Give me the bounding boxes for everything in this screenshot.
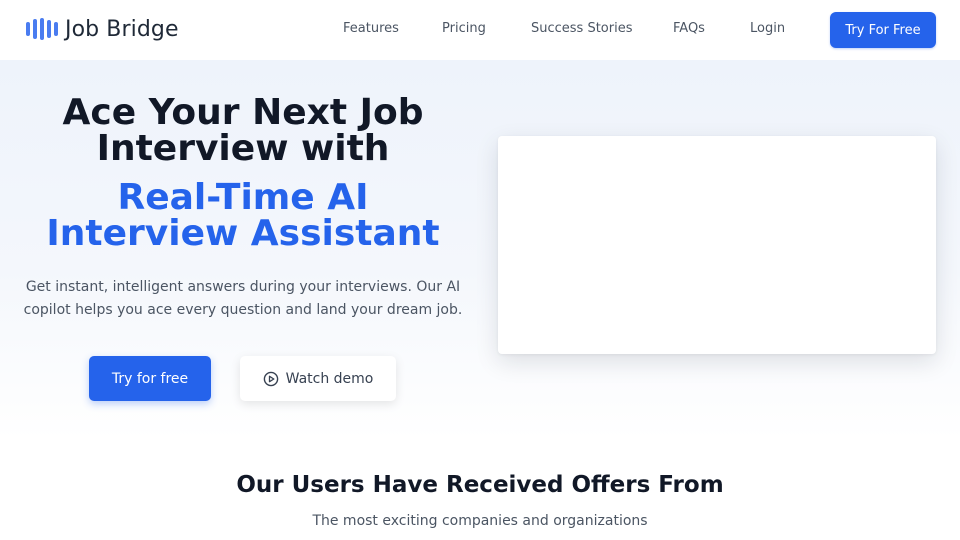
hero-title-line: Ace Your Next Job (62, 92, 424, 133)
nav-link-login[interactable]: Login (750, 21, 785, 36)
hero-subtitle-line: copilot helps you ace every question and… (23, 302, 463, 318)
nav-link-faqs[interactable]: FAQs (673, 21, 705, 36)
main-nav: Features Pricing Success Stories FAQs Lo… (0, 0, 960, 60)
hero-title-line: Interview with (96, 128, 390, 169)
offers-section-title: Our Users Have Received Offers From (236, 472, 724, 498)
hero-accent-title: Real-Time AI Interview Assistant (0, 180, 486, 252)
hero-subtitle: Get instant, intelligent answers during … (20, 276, 466, 322)
watch-demo-label: Watch demo (285, 370, 374, 387)
offers-section-subtitle: The most exciting companies and organiza… (312, 513, 648, 529)
nav-link-features[interactable]: Features (343, 21, 399, 36)
top-navbar: Job Bridge Features Pricing Success Stor… (0, 0, 960, 60)
demo-video-panel[interactable] (498, 136, 936, 354)
watch-demo-button[interactable]: Watch demo (240, 356, 396, 401)
nav-link-pricing[interactable]: Pricing (442, 21, 486, 36)
nav-link-success-stories[interactable]: Success Stories (531, 21, 633, 36)
hero-subtitle-line: Get instant, intelligent answers during … (25, 279, 461, 295)
hero-accent-line: Interview Assistant (46, 213, 440, 254)
try-for-free-button[interactable]: Try for free (89, 356, 211, 401)
hero-title: Ace Your Next Job Interview with (0, 95, 486, 167)
try-for-free-nav-button[interactable]: Try For Free (830, 12, 936, 48)
play-circle-icon (263, 371, 278, 386)
hero-accent-line: Real-Time AI (117, 177, 369, 218)
